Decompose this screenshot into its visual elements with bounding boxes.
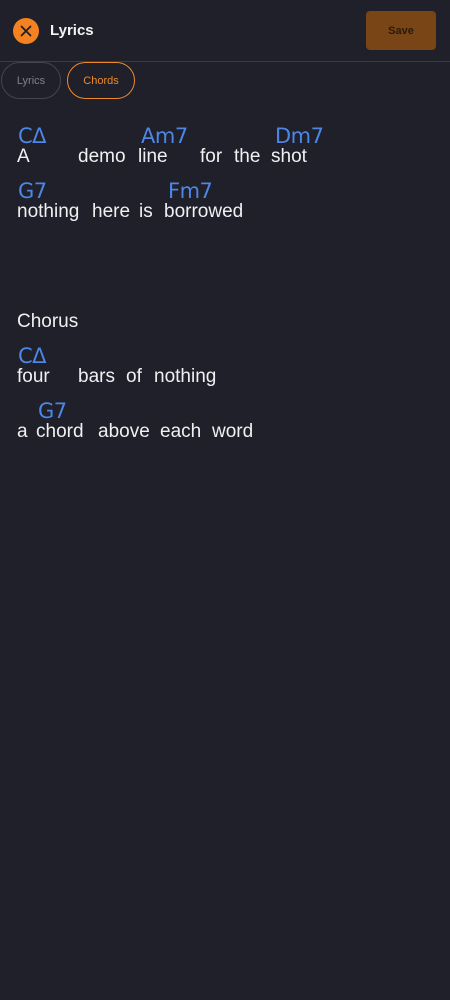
page-title: Lyrics bbox=[50, 22, 94, 39]
lyric-word[interactable]: here bbox=[92, 201, 130, 223]
tab-chords[interactable]: Chords bbox=[67, 62, 135, 99]
lyric-word[interactable]: the bbox=[234, 146, 260, 168]
close-button[interactable] bbox=[13, 18, 39, 44]
save-button[interactable]: Save bbox=[366, 11, 436, 50]
lyric-word[interactable]: line bbox=[138, 146, 168, 168]
lyric-word[interactable]: chord bbox=[36, 421, 84, 443]
lyric-word[interactable]: of bbox=[126, 366, 142, 388]
top-bar: Lyrics Save bbox=[0, 0, 450, 62]
chord-label[interactable]: G7 bbox=[38, 399, 67, 423]
chord-label[interactable]: G7 bbox=[18, 179, 47, 203]
chord-label[interactable]: CΔ bbox=[18, 344, 47, 368]
lyric-word[interactable]: borrowed bbox=[164, 201, 243, 223]
lyric-word[interactable]: a bbox=[17, 421, 28, 443]
chord-label[interactable]: Fm7 bbox=[168, 179, 213, 203]
lyric-word[interactable]: is bbox=[139, 201, 153, 223]
lyric-word[interactable]: demo bbox=[78, 146, 126, 168]
lyric-word[interactable]: A bbox=[17, 146, 30, 168]
chord-label[interactable]: Am7 bbox=[141, 124, 188, 148]
lyric-word[interactable]: each bbox=[160, 421, 201, 443]
lyric-word[interactable]: bars bbox=[78, 366, 115, 388]
lyric-word[interactable]: shot bbox=[271, 146, 307, 168]
lyric-word[interactable]: nothing bbox=[17, 201, 79, 223]
lyric-word[interactable]: above bbox=[98, 421, 150, 443]
lyric-word[interactable]: four bbox=[17, 366, 50, 388]
lyric-word[interactable]: for bbox=[200, 146, 222, 168]
chord-label[interactable]: CΔ bbox=[18, 124, 47, 148]
lyric-word[interactable]: nothing bbox=[154, 366, 216, 388]
tab-lyrics[interactable]: Lyrics bbox=[1, 62, 61, 99]
section-heading[interactable]: Chorus bbox=[17, 311, 78, 333]
lyric-word[interactable]: word bbox=[212, 421, 253, 443]
close-icon bbox=[20, 25, 32, 37]
chord-label[interactable]: Dm7 bbox=[275, 124, 324, 148]
chord-editor-screen: Lyrics Save Lyrics Chords CΔ Am7 Dm7 A d… bbox=[0, 0, 450, 1000]
